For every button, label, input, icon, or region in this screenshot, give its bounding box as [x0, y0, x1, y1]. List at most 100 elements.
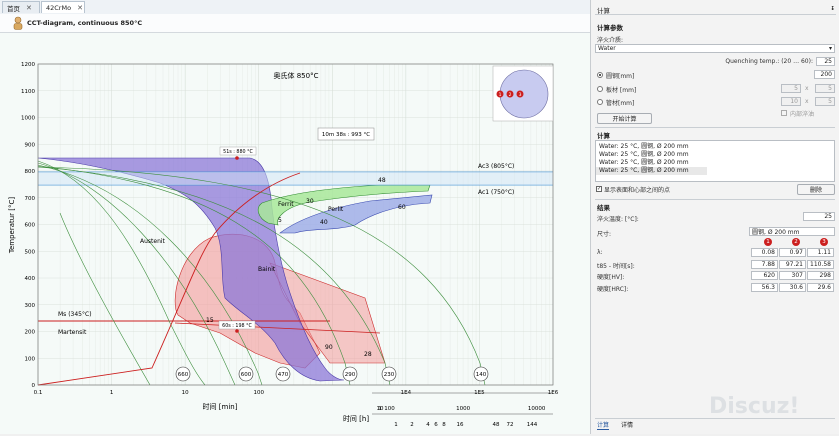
transformation-band: [38, 172, 553, 185]
y-tick-label: 400: [25, 276, 36, 282]
divider: [595, 199, 835, 200]
y-tick-label: 1100: [21, 89, 35, 95]
quench-temp-result-label: 淬火温度: [°C]:: [597, 216, 639, 223]
round-label: 圆钢[mm]: [606, 73, 635, 80]
x-axis-label: 时间 [min]: [203, 402, 238, 411]
plate-width-input[interactable]: 5: [781, 84, 801, 93]
inner-quench-checkbox[interactable]: [781, 110, 787, 116]
phase-number: 5: [278, 217, 282, 224]
result-row-label: λ:: [597, 249, 603, 256]
y-tick-label: 1000: [21, 116, 35, 122]
plate-height-input[interactable]: 5: [815, 84, 835, 93]
params-title: 计算参数: [597, 24, 623, 32]
round-radio[interactable]: [597, 72, 603, 78]
user-icon: [13, 16, 23, 30]
list-item[interactable]: Water: 25 °C, 圆钢, Ø 200 mm: [596, 167, 707, 175]
result-row-label: 硬度[HV]:: [597, 274, 625, 281]
close-icon[interactable]: ✕: [26, 4, 32, 12]
size-value: 圆钢, Ø 200 mm: [749, 227, 835, 236]
result-value: 1.11: [807, 248, 834, 257]
result-value: 56.3: [751, 282, 778, 292]
result-value: 110.58: [807, 259, 834, 269]
cct-chart: 0100200300400500600700800900100011001200…: [8, 62, 559, 428]
hour-tick-label: 144: [527, 422, 538, 428]
result-value: 307: [779, 271, 806, 280]
quench-medium-value: Water: [598, 45, 616, 52]
y-tick-label: 0: [32, 383, 36, 389]
tab-home[interactable]: 首页 ✕: [2, 1, 40, 13]
quench-temp-label: Quenching temp.: (20 … 60):: [725, 58, 813, 65]
tube-outer-input[interactable]: 10: [781, 97, 801, 106]
x-tick-label: 1: [110, 390, 114, 396]
quench-medium-label: 淬火介质:: [597, 37, 624, 44]
list-item[interactable]: Water: 25 °C, 圆钢, Ø 200 mm: [596, 143, 834, 151]
times-label: x: [805, 98, 809, 105]
bainite-label: Bainit: [258, 266, 276, 273]
result-value: 298: [807, 271, 834, 280]
phase-number: 15: [206, 317, 214, 324]
quench-temp-input[interactable]: 25: [816, 57, 835, 66]
hour-tick-label: 16: [457, 422, 464, 428]
pin-icon[interactable]: ᵻ: [831, 4, 834, 12]
hour-tick-label: 10: [377, 406, 384, 412]
tube-radio[interactable]: [597, 99, 603, 105]
tube-wall-input[interactable]: 5: [815, 97, 835, 106]
hour-tick-label: 48: [493, 422, 500, 428]
section-point-label: 1: [499, 92, 502, 98]
annotation-top: 10m 38s : 993 °C: [322, 132, 370, 138]
close-icon[interactable]: ✕: [77, 4, 83, 12]
hour-tick-label: 72: [507, 422, 514, 428]
hour-tick-label: 6: [434, 422, 438, 428]
show-surface-checkbox[interactable]: ✓: [596, 186, 602, 192]
phase-number: 48: [378, 177, 386, 184]
calc-list[interactable]: Water: 25 °C, 圆钢, Ø 200 mm Water: 25 °C,…: [595, 140, 835, 182]
y-tick-label: 500: [25, 249, 36, 255]
quench-medium-select[interactable]: Water ▾: [595, 44, 835, 53]
start-calc-button[interactable]: 开始计算: [597, 113, 652, 124]
phase-number: 90: [325, 344, 333, 351]
phase-number: 40: [320, 219, 328, 226]
pearlite-label: Perlit: [328, 206, 344, 213]
hardness-label: 230: [384, 372, 395, 378]
tab-details[interactable]: 详情: [621, 420, 633, 429]
cooling-curve: [59, 212, 151, 386]
y-tick-label: 1200: [21, 62, 35, 68]
plate-radio[interactable]: [597, 86, 603, 92]
times-label: x: [805, 85, 809, 92]
y-axis-label: Temperatur [°C]: [8, 197, 16, 255]
tab-42crmo[interactable]: 42CrMo ✕: [41, 1, 85, 13]
ac1-label: Ac1 (750°C): [478, 189, 514, 196]
tab-label: 42CrMo: [46, 3, 72, 12]
list-item[interactable]: Water: 25 °C, 圆钢, Ø 200 mm: [596, 151, 834, 159]
ac3-label: Ac3 (805°C): [478, 163, 514, 170]
y-tick-label: 700: [25, 196, 36, 202]
hour-tick-label: 4: [426, 422, 430, 428]
tab-calc[interactable]: 计算: [597, 420, 610, 430]
ferrite-label: Ferrit: [278, 201, 294, 208]
x2-axis-label: 时间 [h]: [343, 414, 369, 423]
annotation-pt1: 51s : 880 °C: [223, 149, 253, 155]
tab-label: 首页: [7, 4, 20, 13]
marker-point: [235, 156, 239, 160]
result-value: 0.08: [751, 248, 778, 257]
quench-temp-result: 25: [803, 212, 835, 221]
hardness-label: 470: [278, 372, 289, 378]
y-tick-label: 200: [25, 330, 36, 336]
y-tick-label: 300: [25, 303, 36, 309]
divider: [595, 127, 835, 128]
hour-tick-label: 2: [410, 422, 414, 428]
hardness-label: 660: [178, 372, 189, 378]
hardness-label: 140: [476, 372, 487, 378]
phase-number: 60: [398, 204, 406, 211]
result-value: 97.21: [779, 259, 806, 269]
result-value: 7.88: [751, 259, 778, 269]
ms-label: Ms (345°C): [58, 311, 92, 318]
delete-button[interactable]: 删除: [797, 184, 835, 195]
y-tick-label: 600: [25, 223, 36, 229]
round-diameter-input[interactable]: 200: [814, 70, 835, 79]
hour-tick-label: 8: [442, 422, 446, 428]
list-item[interactable]: Water: 25 °C, 圆钢, Ø 200 mm: [596, 159, 834, 167]
point-badge-3: 3: [820, 238, 828, 246]
plate-label: 板材 [mm]: [606, 87, 637, 94]
martensite-label: Martensit: [58, 329, 87, 336]
